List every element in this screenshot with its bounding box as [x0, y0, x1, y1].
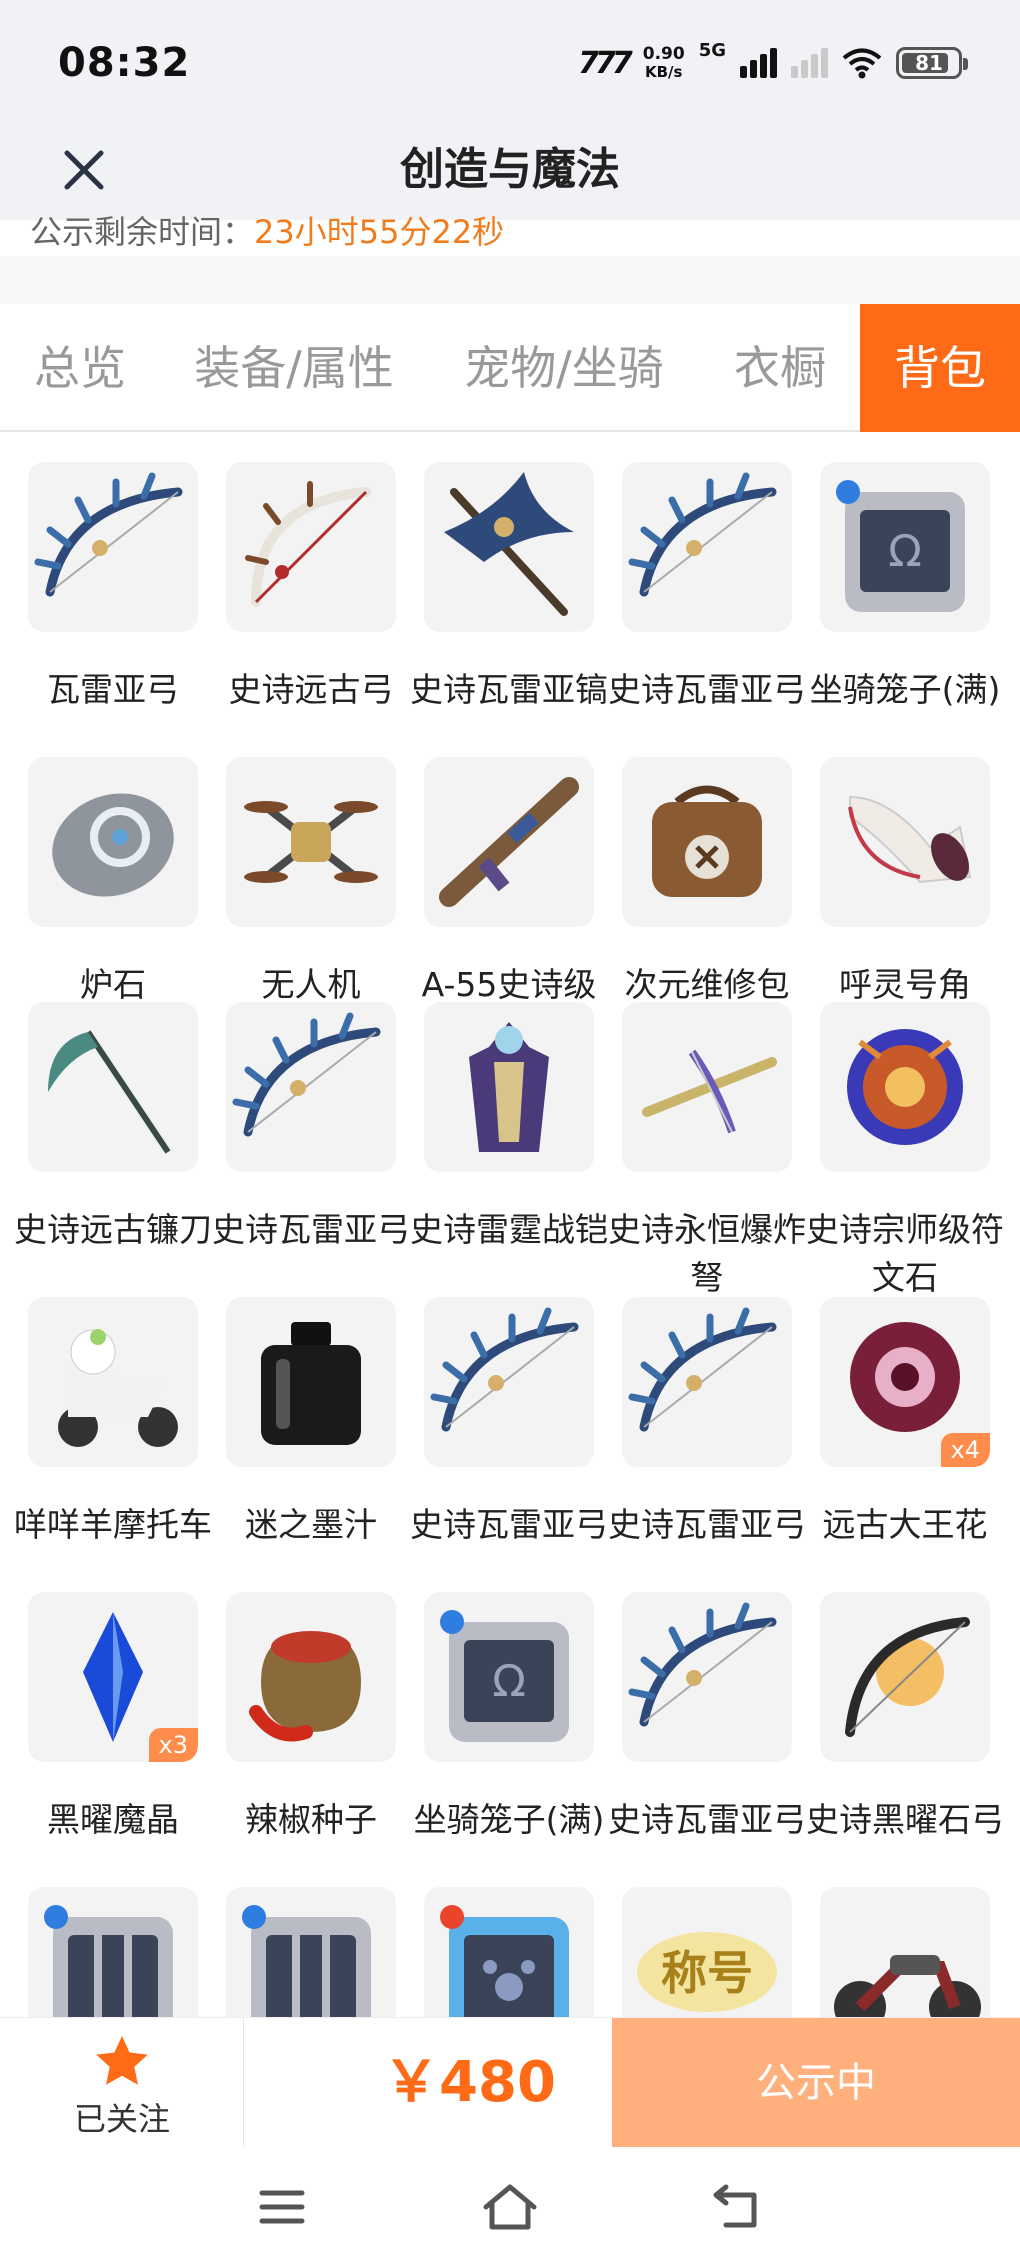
section-divider: [0, 256, 1020, 304]
mount-cage-icon: Ω: [424, 1592, 594, 1762]
item-name: 坐骑笼子(满): [809, 670, 1001, 709]
countdown-value: 23小时55分22秒: [254, 214, 505, 251]
menu-icon[interactable]: [252, 2177, 312, 2237]
blue-feather-bow-icon: [28, 462, 198, 632]
item-name: 史诗永恒爆炸弩: [608, 1210, 806, 1297]
empty-cage-icon: [28, 1887, 198, 2017]
blue-pickaxe-icon: [424, 462, 594, 632]
tab-overview[interactable]: 总览: [0, 304, 160, 432]
public-status-button[interactable]: 公示中: [612, 2018, 1020, 2148]
item-name: 史诗黑曜石弓: [806, 1800, 1004, 1839]
item-name: 史诗瓦雷亚镐: [410, 670, 608, 709]
hearthstone-icon: [28, 757, 198, 927]
tab-pets-mounts[interactable]: 宠物/坐骑: [450, 304, 678, 432]
tab-backpack[interactable]: 背包: [860, 304, 1020, 432]
item-name: 史诗远古弓: [228, 670, 394, 709]
empty-cage-icon: [226, 1887, 396, 2017]
blue-feather-bow-icon: [226, 1002, 396, 1172]
speed-value: 0.90: [642, 44, 685, 64]
item-name: 咩咩羊摩托车: [14, 1505, 212, 1544]
title-badge-text: 称号: [661, 1946, 753, 2000]
blue-crystal-icon: x3: [28, 1592, 198, 1762]
home-icon[interactable]: [480, 2177, 540, 2237]
item-name: 史诗瓦雷亚弓: [212, 1210, 410, 1249]
svg-text:Ω: Ω: [888, 526, 922, 577]
pepper-seed-bag-icon: [226, 1592, 396, 1762]
quantity-badge: x3: [148, 1728, 198, 1762]
follow-label: 已关注: [73, 2100, 170, 2138]
signal-strength-icon: [740, 48, 777, 78]
blue-feather-bow-icon: [622, 1297, 792, 1467]
ancient-bow-icon: [226, 462, 396, 632]
quantity-badge: x4: [940, 1433, 990, 1467]
tab-wardrobe[interactable]: 衣橱: [712, 304, 848, 432]
repair-bag-icon: [622, 757, 792, 927]
item-name: 史诗瓦雷亚弓: [608, 670, 806, 709]
title-badge-icon: 称号: [622, 1887, 792, 2017]
network-speed: 0.90 KB/s: [643, 45, 685, 81]
item-name: 史诗瓦雷亚弓: [608, 1505, 806, 1544]
ink-bottle-icon: [226, 1297, 396, 1467]
status-icons: 777 0.90 KB/s 5G 81: [578, 38, 968, 88]
star-icon: [96, 2036, 148, 2085]
scythe-icon: [28, 1002, 198, 1172]
item-name: 史诗雷霆战铠: [410, 1210, 608, 1249]
item-name: 黑曜魔晶: [47, 1800, 179, 1839]
price: ￥480: [383, 2050, 556, 2115]
blue-feather-bow-icon: [424, 1297, 594, 1467]
category-tabs: 总览 装备/属性 宠物/坐骑 衣橱 背包: [0, 304, 1020, 432]
item-name: 坐骑笼子(满): [413, 1800, 605, 1839]
blue-feather-bow-icon: [622, 1592, 792, 1762]
wifi-icon: [842, 48, 882, 79]
item-name: 史诗瓦雷亚弓: [608, 1800, 806, 1839]
sheep-scooter-icon: [28, 1297, 198, 1467]
tab-equipment[interactable]: 装备/属性: [182, 304, 406, 432]
crossbow-icon: [622, 1002, 792, 1172]
countdown-label: 公示剩余时间：: [30, 214, 255, 251]
network-type: 5G: [698, 40, 726, 61]
status-time: 08:32: [58, 40, 191, 86]
svg-text:Ω: Ω: [492, 1656, 526, 1707]
obsidian-bow-icon: [820, 1592, 990, 1762]
item-name: 辣椒种子: [245, 1800, 377, 1839]
system-nav-bar: [0, 2147, 1020, 2267]
battery-icon: 81: [896, 47, 968, 79]
follow-button[interactable]: 已关注: [0, 2018, 244, 2148]
rafflesia-icon: x4: [820, 1297, 990, 1467]
back-icon[interactable]: [706, 2177, 766, 2237]
rune-stone-icon: [820, 1002, 990, 1172]
battery-level: 81: [915, 51, 943, 75]
speed-unit: KB/s: [644, 63, 683, 81]
backpack-grid: 瓦雷亚弓 史诗远古弓 史诗瓦雷亚镐 史诗瓦雷亚弓 Ω 坐骑笼子(满) 炉石 无人…: [0, 432, 1020, 2017]
rifle-icon: [424, 757, 594, 927]
drone-icon: [226, 757, 396, 927]
item-name: 迷之墨汁: [245, 1505, 377, 1544]
signal-strength-2-icon: [791, 48, 828, 78]
mount-cage-icon: Ω: [820, 462, 990, 632]
item-name: 史诗宗师级符文石: [806, 1210, 1004, 1297]
item-name: 远古大王花: [822, 1505, 988, 1544]
item-name: 史诗瓦雷亚弓: [410, 1505, 608, 1544]
page-title: 创造与魔法: [400, 144, 620, 195]
blue-feather-bow-icon: [622, 462, 792, 632]
pet-cage-icon: [424, 1887, 594, 2017]
item-name: 史诗远古镰刀: [14, 1210, 212, 1249]
status-bar: 08:32 777 0.90 KB/s 5G 81: [0, 0, 1020, 120]
carrier-logo-icon: 777: [578, 45, 633, 81]
item-name: 瓦雷亚弓: [47, 670, 179, 709]
horn-icon: [820, 757, 990, 927]
bottom-action-bar: 已关注 ￥480 公示中: [0, 2017, 1020, 2148]
public-countdown: 公示剩余时间：23小时55分22秒: [30, 214, 504, 256]
motorcycle-icon: [820, 1887, 990, 2017]
app-header: 创造与魔法: [0, 120, 1020, 220]
armor-icon: [424, 1002, 594, 1172]
